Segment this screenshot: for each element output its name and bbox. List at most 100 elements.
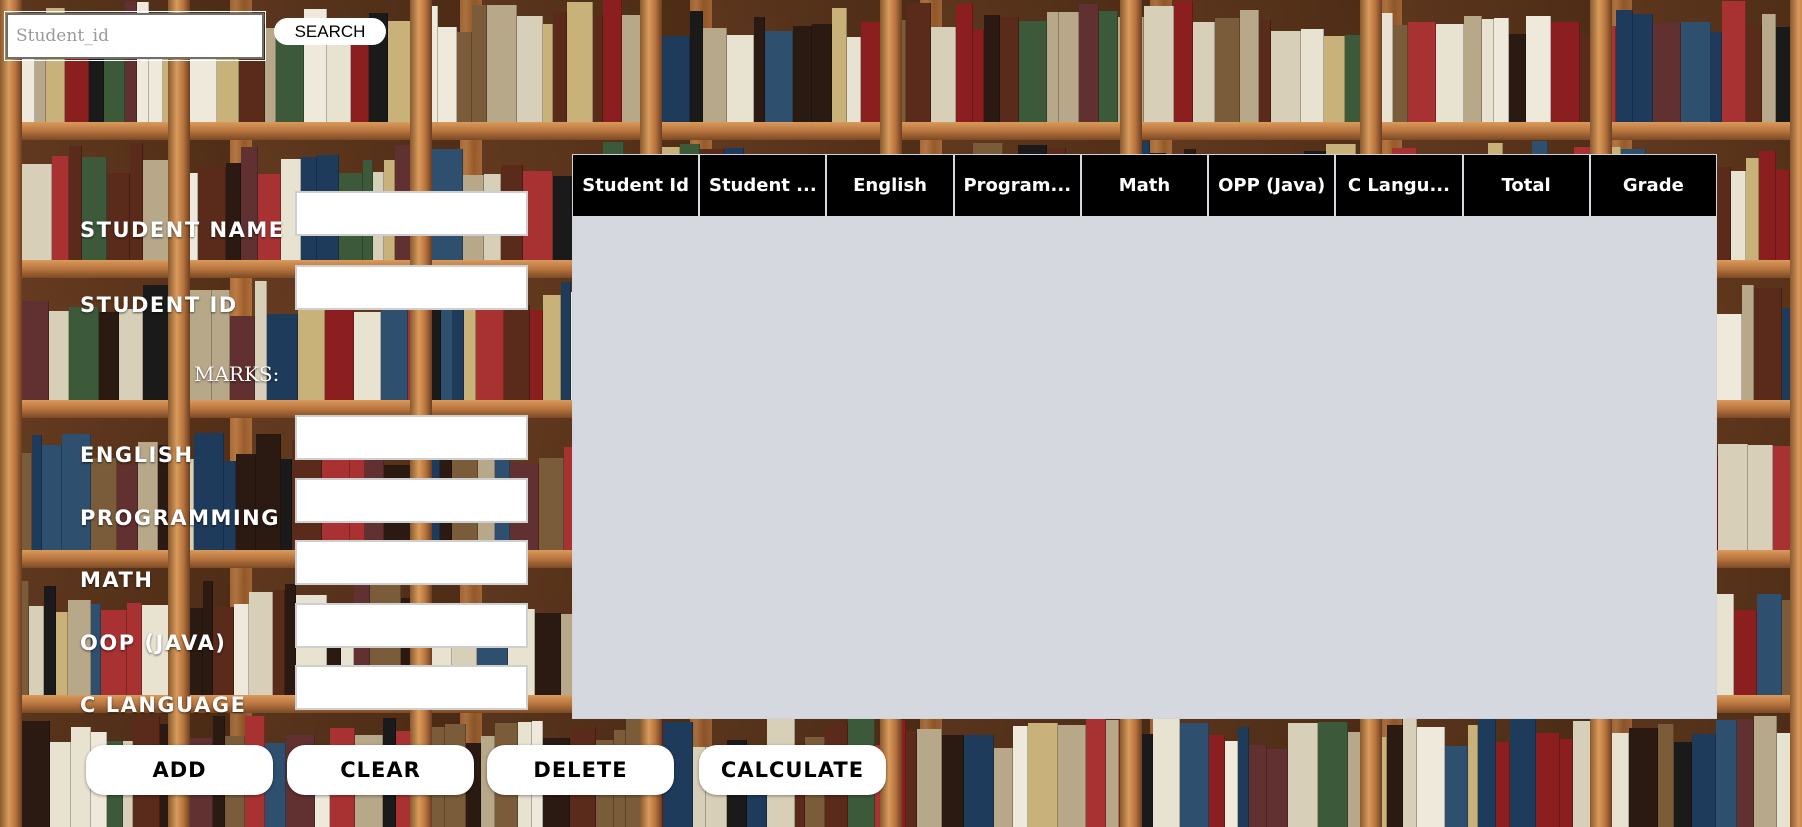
book-spine [1028,722,1058,827]
book-spine [324,308,354,400]
book-spine [1658,724,1675,827]
math-label: MATH [80,568,154,592]
book-spine [55,612,69,695]
book-spine [249,591,273,695]
book-spine [1776,170,1790,260]
book-spine [1633,13,1654,122]
book-spine [1509,718,1537,827]
book-spine [1710,31,1722,122]
book-spine [534,613,562,695]
calculate-button[interactable]: CALCULATE [699,745,886,795]
search-button[interactable]: SEARCH [274,18,386,45]
column-header[interactable]: OPP (Java) [1209,155,1337,216]
column-header[interactable]: Total [1464,155,1591,216]
english-field[interactable] [295,415,528,460]
book-spine [993,747,1014,827]
book-spine [1288,723,1318,827]
table-body[interactable] [573,216,1716,718]
book-spine [1717,443,1748,550]
book-spine [472,5,488,122]
oop-java-field[interactable] [295,603,528,648]
book-spine [1762,13,1776,122]
search-input[interactable] [4,11,266,61]
book-spine [963,734,994,827]
programming-field[interactable] [295,478,528,523]
book-spine [280,458,292,550]
book-spine [69,307,99,400]
clear-button[interactable]: CLEAR [287,745,474,795]
book-spine [1467,724,1479,827]
book-spine [475,297,505,400]
column-header[interactable]: C Langu... [1336,155,1464,216]
book-spine [1214,18,1241,122]
book-spine [765,31,793,122]
book-spine [661,35,690,122]
book-spine [1463,15,1483,122]
book-spine [1179,722,1210,827]
add-button[interactable]: ADD [86,745,273,795]
book-spine [19,721,50,827]
book-spine [560,282,572,400]
book-spine [538,458,564,550]
book-spine [689,11,704,122]
book-spine [143,159,170,260]
book-spine [21,164,53,260]
book-spine [1674,742,1693,827]
book-spine [1754,287,1782,400]
book-spine [235,453,257,550]
book-spine [130,142,144,260]
book-spine [1525,16,1552,122]
shelf-post [0,0,22,827]
book-spine [31,434,43,550]
book-spine [256,434,281,550]
book-spine [941,735,964,827]
book-spine [931,26,956,122]
book-spine [43,586,56,695]
book-spine [107,172,131,260]
student-id-field[interactable] [295,265,528,310]
math-field[interactable] [295,540,528,585]
column-header[interactable]: Grade [1591,155,1716,216]
student-name-field[interactable] [295,191,528,236]
book-spine [49,741,71,827]
book-spine [1324,35,1345,122]
book-spine [530,309,543,400]
book-spine [1757,593,1783,695]
book-spine [955,4,973,122]
book-spine [1444,745,1468,827]
column-header[interactable]: Program... [955,155,1082,216]
book-spine [1493,17,1509,122]
book-spine [1259,19,1271,122]
column-header[interactable]: Student ... [700,155,828,216]
book-spine [542,23,554,122]
book-spine [726,35,754,122]
book-spine [52,155,70,260]
book-spine [197,167,226,260]
book-spine [1209,735,1225,827]
book-spine [1267,748,1289,827]
student-records-table[interactable]: Student Id Student ... English Program... Ma… [572,154,1717,719]
c-language-field[interactable] [295,665,528,710]
book-spine [1153,717,1180,827]
book-spine [984,14,1001,122]
book-spine [1086,717,1107,827]
delete-button[interactable]: DELETE [487,745,674,795]
marks-label: MARKS: [194,362,280,386]
column-header[interactable]: English [827,155,955,216]
book-spine [1174,1,1194,122]
book-spine [1478,717,1497,827]
book-spine [792,26,813,122]
book-spine [29,605,44,695]
column-header[interactable]: Math [1082,155,1210,216]
book-spine [542,294,561,400]
book-spine [1386,725,1403,827]
book-spine [847,36,861,122]
book-spine [241,146,259,260]
book-spine [1713,313,1742,400]
book-spine [1560,738,1574,827]
book-spine [517,16,543,122]
book-spine [603,0,623,122]
column-header[interactable]: Student Id [573,155,701,216]
book-spine [1317,722,1349,827]
book-spine [91,457,118,550]
